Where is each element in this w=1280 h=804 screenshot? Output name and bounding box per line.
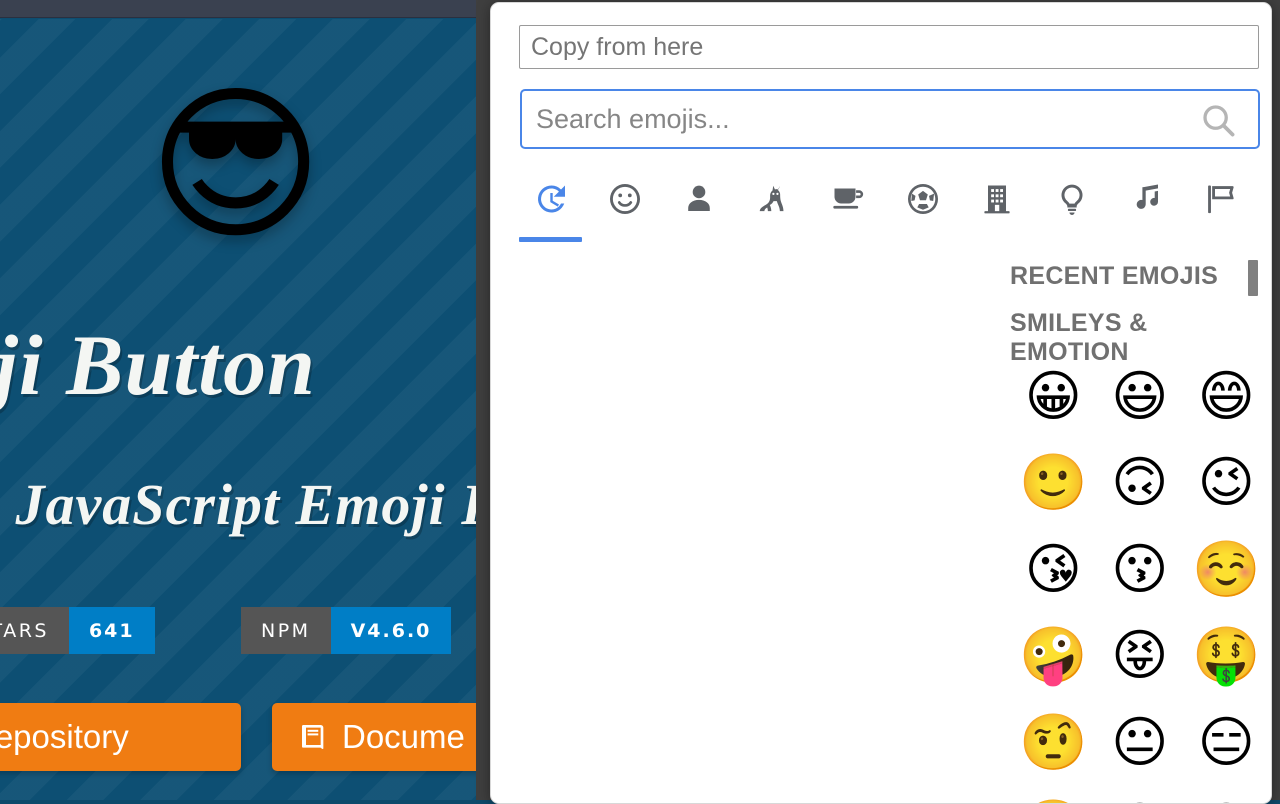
building-icon: [979, 181, 1015, 217]
emoji-picker-panel: RECENT EMOJIS SMILEYS & EMOTION 😀😃😄😁😆😅🤣😂…: [490, 2, 1272, 804]
page-title: moji Button: [0, 315, 316, 415]
documentation-button-label: Docume: [342, 718, 465, 756]
emoji-cell[interactable]: 🙃: [1097, 440, 1184, 527]
tab-underline: [743, 237, 806, 242]
tab-underline: [668, 237, 731, 242]
tab-animals[interactable]: [737, 175, 812, 245]
soccer-ball-icon: [905, 181, 941, 217]
emoji-cell[interactable]: 😚: [1270, 526, 1273, 613]
emoji-cell[interactable]: 🤪: [1010, 613, 1097, 700]
emoji-cell[interactable]: 😃: [1097, 353, 1184, 440]
emoji-cell[interactable]: 🤨: [1010, 699, 1097, 786]
emoji-cell[interactable]: 🤥: [1010, 786, 1097, 804]
tab-underline: [817, 237, 880, 242]
tab-underline: [1190, 237, 1253, 242]
tab-underline: [1115, 237, 1178, 242]
smiley-icon: [607, 181, 643, 217]
tab-symbols[interactable]: [1109, 175, 1184, 245]
emoji-cell[interactable]: 😶: [1270, 699, 1273, 786]
tab-flags[interactable]: [1184, 175, 1259, 245]
person-icon: [681, 181, 717, 217]
emoji-cell[interactable]: 😌: [1097, 786, 1184, 804]
stars-badge-label: STARS: [0, 607, 69, 654]
flag-icon: [1203, 181, 1239, 217]
emoji-cell[interactable]: 🤗: [1270, 613, 1273, 700]
copy-from-here-input[interactable]: [519, 25, 1259, 69]
tab-underline: [1041, 237, 1104, 242]
tab-objects[interactable]: [1035, 175, 1110, 245]
stars-badge-count: 641: [69, 607, 155, 654]
scrollbar-track[interactable]: [1248, 254, 1258, 799]
emoji-grid: 😀😃😄😁😆😅🤣😂🙂🙃😉😊😇🥰😍🤩😘😗☺️😚😙😋😛😜🤪😝🤑🤗🤭🤫🤔🤐🤨😐😑😶😏😒🙄…: [1010, 353, 1272, 804]
history-icon: [532, 181, 568, 217]
emoji-cell[interactable]: 😊: [1270, 440, 1273, 527]
stars-badge[interactable]: STARS 641: [0, 607, 155, 654]
tab-underline: [892, 237, 955, 242]
coffee-cup-icon: [830, 181, 866, 217]
tab-people[interactable]: [662, 175, 737, 245]
music-note-icon: [1128, 181, 1164, 217]
lightbulb-icon: [1054, 181, 1090, 217]
search-input[interactable]: [520, 89, 1260, 149]
emoji-cell[interactable]: 😗: [1097, 526, 1184, 613]
scrollbar-thumb[interactable]: [1248, 260, 1258, 296]
cat-icon: [756, 181, 792, 217]
tab-recent[interactable]: [513, 175, 588, 245]
tab-activities[interactable]: [886, 175, 961, 245]
sunglasses-emoji-logo: 😎: [148, 81, 323, 249]
tab-smileys[interactable]: [588, 175, 663, 245]
emoji-cell[interactable]: 😝: [1097, 613, 1184, 700]
emoji-cell[interactable]: 😀: [1010, 353, 1097, 440]
repository-button[interactable]: Repository: [0, 703, 241, 771]
tab-underline: [966, 237, 1029, 242]
tab-travel[interactable]: [960, 175, 1035, 245]
repository-button-label: Repository: [0, 718, 129, 756]
page-subtitle: a JavaScript Emoji P: [0, 471, 498, 538]
section-heading-recent: RECENT EMOJIS: [1010, 262, 1218, 291]
tab-active-underline: [519, 237, 582, 242]
emoji-cell[interactable]: 😐: [1097, 699, 1184, 786]
book-icon: [298, 720, 330, 754]
emoji-cell[interactable]: 😘: [1010, 526, 1097, 613]
emoji-cell[interactable]: 😪: [1270, 786, 1273, 804]
npm-badge-version: V4.6.0: [331, 607, 452, 654]
npm-badge-label: NPM: [241, 607, 331, 654]
tab-food[interactable]: [811, 175, 886, 245]
emoji-cell[interactable]: 😁: [1270, 353, 1273, 440]
category-tabbar: [513, 175, 1261, 245]
emoji-cell[interactable]: 🙂: [1010, 440, 1097, 527]
tab-underline: [594, 237, 657, 242]
npm-badge[interactable]: NPM V4.6.0: [241, 607, 451, 654]
